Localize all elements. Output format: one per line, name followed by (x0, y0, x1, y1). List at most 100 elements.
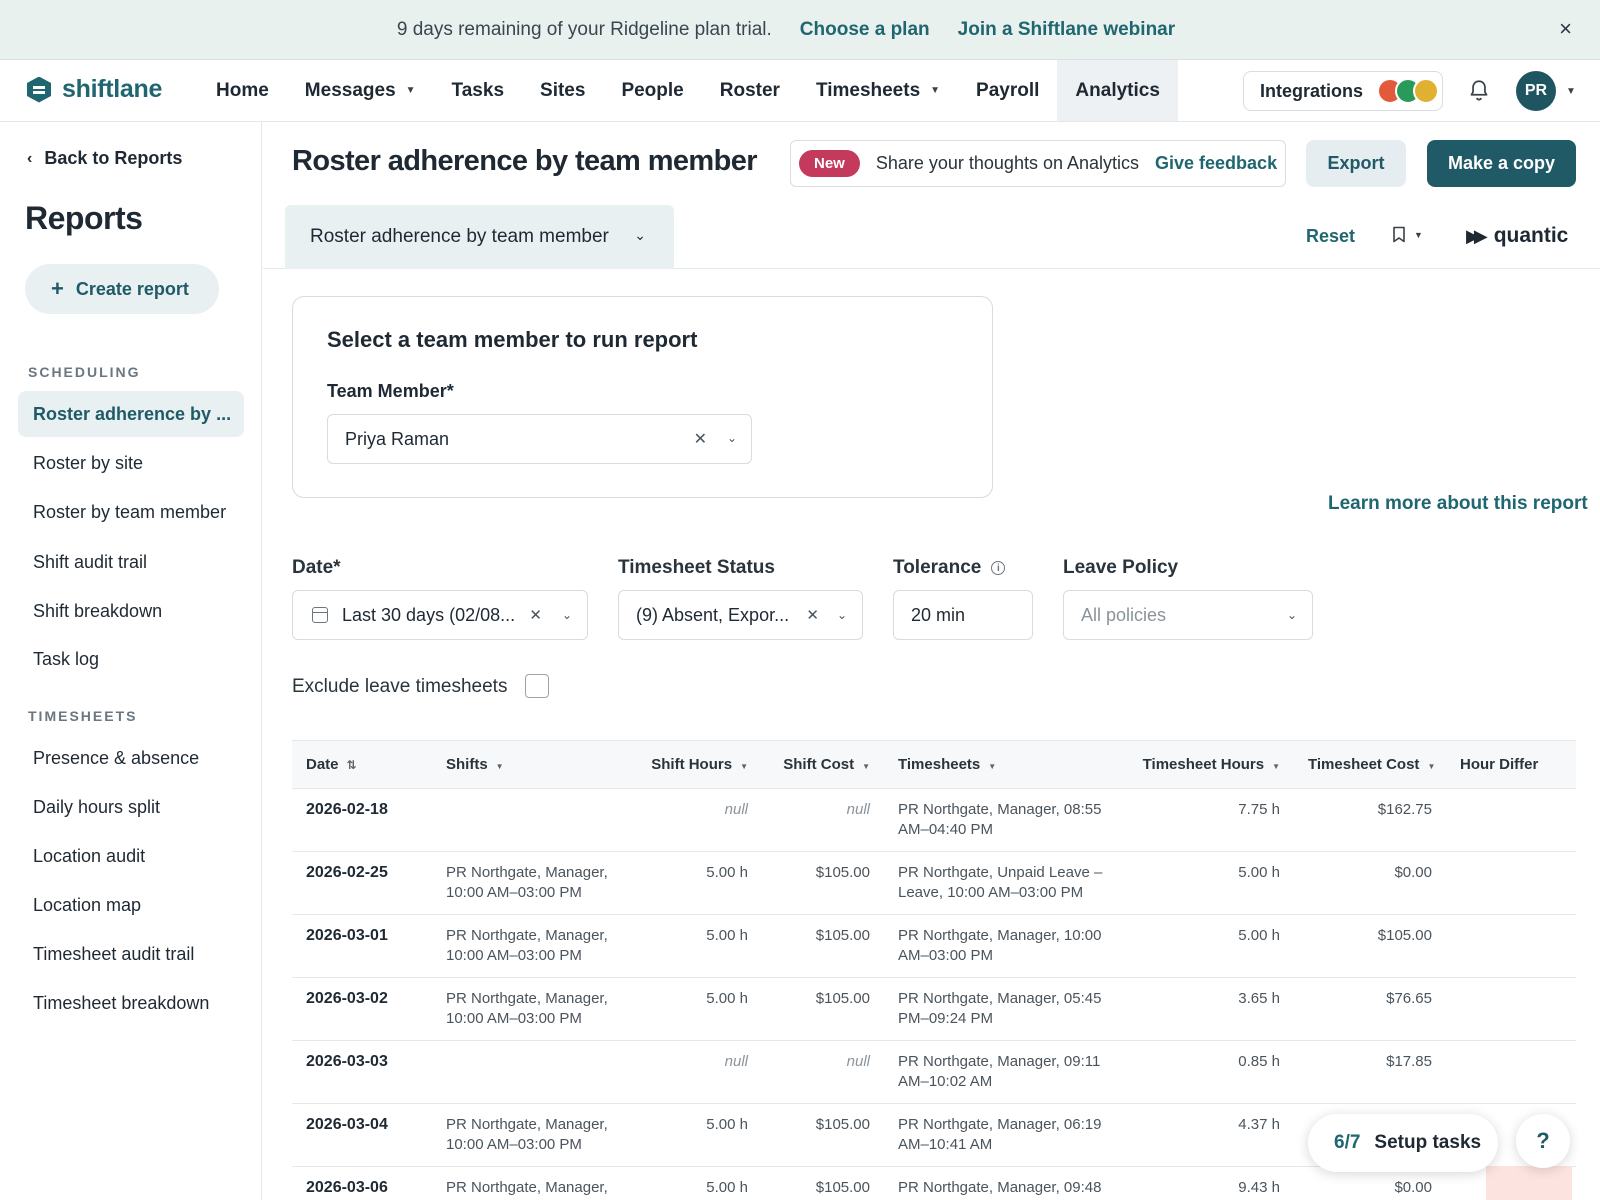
setup-tasks-button[interactable]: 6/7 Setup tasks (1308, 1114, 1498, 1172)
chevron-down-icon: ⌄ (634, 227, 646, 243)
clear-icon[interactable]: ✕ (694, 429, 707, 449)
table-row[interactable]: 2026-03-01 PR Northgate, Manager, 10:00 A… (292, 914, 1576, 978)
integration-logos (1377, 78, 1440, 104)
setup-label: Setup tasks (1374, 1132, 1482, 1153)
leave-policy-placeholder: All policies (1081, 604, 1167, 625)
close-icon[interactable]: × (1559, 18, 1572, 40)
col-shift-hours[interactable]: Shift Hours ▼ (622, 741, 762, 789)
sidebar-item-daily-hours-split[interactable]: Daily hours split (18, 784, 244, 830)
col-shift-cost[interactable]: Shift Cost ▼ (762, 741, 884, 789)
bookmark-menu[interactable]: ▼ (1392, 226, 1423, 243)
create-report-button[interactable]: + Create report (25, 264, 219, 314)
team-member-select[interactable]: Priya Raman ✕ ⌄ (327, 414, 752, 464)
col-hour-difference[interactable]: Hour Differ (1446, 741, 1576, 789)
cell-date: 2026-03-02 (292, 977, 432, 1041)
integrations-button[interactable]: Integrations (1243, 71, 1443, 111)
team-member-label: Team Member* (327, 381, 454, 401)
col-date[interactable]: Date ⇅ (292, 741, 432, 789)
cell-shift-cost: $105.00 (762, 977, 884, 1041)
sidebar-item-location-map[interactable]: Location map (18, 882, 244, 928)
sidebar-item-roster-by-team-member[interactable]: Roster by team member (18, 489, 244, 535)
nav-timesheets[interactable]: Timesheets ▼ (798, 60, 958, 121)
nav-label: Timesheets (815, 79, 921, 101)
cell-timesheets: PR Northgate, Manager, 05:45 PM–09:24 PM (884, 977, 1124, 1041)
cell-shift-cost: null (762, 788, 884, 852)
caret-down-icon[interactable]: ▼ (1566, 86, 1576, 97)
sort-icon: ⇅ (346, 758, 357, 772)
report-selector-tab[interactable]: Roster adherence by team member ⌄ (285, 205, 674, 269)
sidebar-item-presence-absence[interactable]: Presence & absence (18, 735, 244, 781)
clear-icon[interactable]: ✕ (529, 606, 542, 624)
table-row[interactable]: 2026-03-03 null null PR Northgate, Manager,… (292, 1040, 1576, 1104)
col-timesheets[interactable]: Timesheets ▼ (884, 741, 1124, 789)
sidebar-item-roster-by-site[interactable]: Roster by site (18, 440, 244, 486)
quantic-brand[interactable]: ▶▶ quantic (1466, 224, 1568, 248)
shiftlane-logo[interactable]: shiftlane (27, 75, 162, 104)
cell-timesheet-cost: $76.65 (1294, 977, 1446, 1041)
cell-shift-hours: 5.00 h (622, 914, 762, 978)
nav-sites[interactable]: Sites (522, 60, 603, 121)
table-row[interactable]: 2026-02-25 PR Northgate, Manager, 10:00 A… (292, 851, 1576, 915)
sidebar-item-task-log[interactable]: Task log (18, 636, 244, 682)
table-header-row: Date ⇅ Shifts ▼ Shift Hours ▼ Shift Cost ▼ T… (292, 740, 1576, 789)
table-row[interactable]: 2026-02-18 null null PR Northgate, Manager,… (292, 788, 1576, 852)
bell-icon[interactable] (1466, 78, 1492, 104)
cell-timesheets: PR Northgate, Manager, 06:19 AM–10:41 AM (884, 1103, 1124, 1167)
info-icon[interactable]: i (991, 561, 1006, 575)
choose-plan-link[interactable]: Choose a plan (800, 19, 930, 41)
sidebar-item-roster-adherence[interactable]: Roster adherence by ... (18, 391, 244, 437)
col-shifts[interactable]: Shifts ▼ (432, 741, 622, 789)
caret-down-icon: ▼ (740, 762, 748, 771)
sidebar-item-timesheet-audit-trail[interactable]: Timesheet audit trail (18, 931, 244, 977)
nav-home[interactable]: Home (198, 60, 287, 121)
reports-sidebar: ‹ Back to Reports Reports + Create repor… (0, 122, 262, 1200)
nav-people[interactable]: People (603, 60, 701, 121)
chevron-down-icon: ⌄ (726, 431, 737, 445)
cell-timesheets: PR Northgate, Manager, 10:00 AM–03:00 PM (884, 914, 1124, 978)
timesheet-status-filter[interactable]: (9) Absent, Expor... ✕ ⌄ (618, 590, 863, 640)
table-row[interactable]: 2026-03-02 PR Northgate, Manager, 10:00 A… (292, 977, 1576, 1041)
nav-roster[interactable]: Roster (702, 60, 798, 121)
date-filter[interactable]: Last 30 days (02/08... ✕ ⌄ (292, 590, 588, 640)
cell-shift-cost: $105.00 (762, 1166, 884, 1200)
caret-down-icon: ▼ (1427, 762, 1436, 771)
exclude-leave-checkbox[interactable] (525, 674, 549, 698)
nav-messages[interactable]: Messages ▼ (287, 60, 434, 121)
make-copy-button[interactable]: Make a copy (1427, 140, 1576, 187)
col-label: Timesheets (898, 756, 981, 773)
help-button[interactable]: ? (1516, 1114, 1570, 1168)
col-timesheet-cost[interactable]: Timesheet Cost ▼ (1294, 741, 1446, 789)
webinar-link[interactable]: Join a Shiftlane webinar (958, 19, 1176, 41)
avatar[interactable]: PR (1516, 71, 1556, 111)
status-filter-value: (9) Absent, Expor... (636, 604, 790, 625)
sidebar-item-location-audit[interactable]: Location audit (18, 833, 244, 879)
reset-button[interactable]: Reset (1306, 226, 1355, 247)
sidebar-item-shift-audit-trail[interactable]: Shift audit trail (18, 539, 244, 585)
nav-payroll[interactable]: Payroll (958, 60, 1057, 121)
cell-hour-difference (1446, 914, 1576, 978)
cell-timesheet-hours: 9.43 h (1124, 1166, 1294, 1200)
page-title: Roster adherence by team member (292, 145, 758, 177)
cell-shift-hours: 5.00 h (622, 1166, 762, 1200)
cell-timesheets: PR Northgate, Unpaid Leave – Leave, 10:0… (884, 851, 1124, 915)
nav-analytics[interactable]: Analytics (1057, 60, 1178, 121)
nav-label: Sites (540, 79, 586, 101)
tolerance-input[interactable]: 20 min (893, 590, 1033, 640)
cell-shift-cost: $105.00 (762, 914, 884, 978)
plus-icon: + (51, 276, 64, 301)
export-button[interactable]: Export (1306, 140, 1406, 187)
nav-label: Analytics (1075, 79, 1160, 101)
leave-policy-select[interactable]: All policies ⌄ (1063, 590, 1313, 640)
back-to-reports-link[interactable]: ‹ Back to Reports (27, 148, 182, 169)
sidebar-item-shift-breakdown[interactable]: Shift breakdown (18, 588, 244, 634)
caret-down-icon: ▼ (862, 762, 870, 771)
panel-title: Select a team member to run report (327, 327, 698, 352)
sidebar-item-timesheet-breakdown[interactable]: Timesheet breakdown (18, 980, 244, 1026)
clear-icon[interactable]: ✕ (806, 606, 819, 624)
give-feedback-link[interactable]: Give feedback (1155, 153, 1277, 174)
create-report-label: Create report (75, 278, 189, 299)
chevron-down-icon: ⌄ (1286, 608, 1297, 622)
col-timesheet-hours[interactable]: Timesheet Hours ▼ (1124, 741, 1294, 789)
nav-tasks[interactable]: Tasks (434, 60, 522, 121)
learn-more-link[interactable]: Learn more about this report (1328, 493, 1588, 515)
